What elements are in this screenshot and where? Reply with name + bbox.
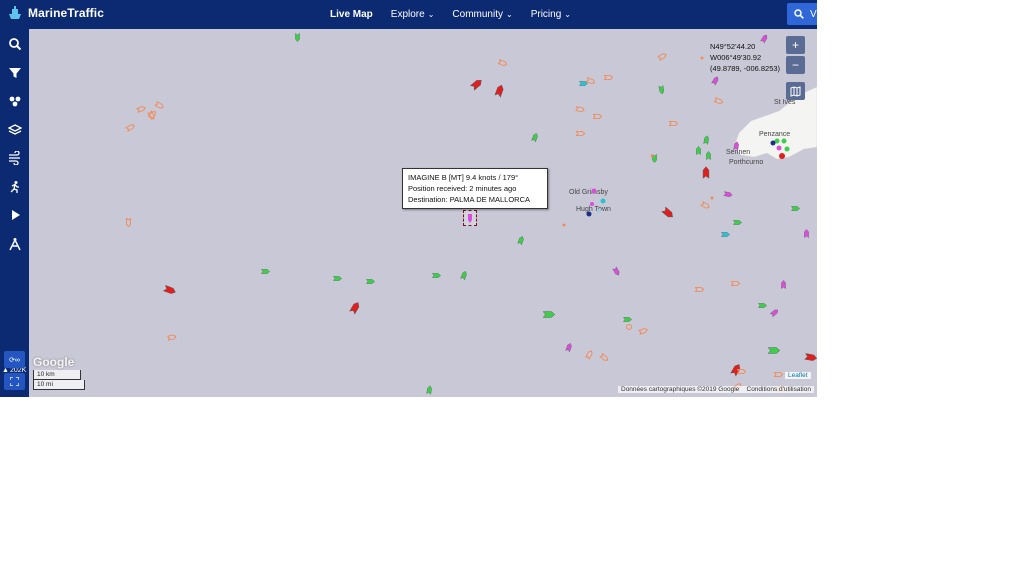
coord-decimal: (49.8789, -006.8253) [710, 64, 781, 73]
compass-measure-icon [8, 238, 21, 251]
tooltip-vessel-speed: IMAGINE B [MT] 9.4 knots / 179° [408, 173, 519, 182]
ship-logo-icon [9, 6, 21, 19]
main-nav: Live Map Explore ⌄ Community ⌄ Pricing ⌄ [330, 0, 571, 29]
tool-density[interactable] [0, 87, 29, 115]
leaflet-link[interactable]: Leaflet [785, 372, 811, 379]
vessel-limit-button[interactable]: ⟳∞ [4, 351, 25, 368]
filter-icon [8, 68, 21, 78]
tool-events[interactable] [0, 173, 29, 201]
infinity-icon: ⟳∞ [9, 356, 20, 364]
nav-explore-label: Explore [390, 9, 425, 20]
chevron-down-icon: ⌄ [564, 10, 571, 19]
selected-vessel-icon [468, 214, 472, 223]
attribution-text: Données cartographiques ©2019 Google [621, 386, 740, 393]
logo-text: MarineTraffic [28, 6, 104, 20]
terms-link[interactable]: Conditions d'utilisation [747, 386, 811, 393]
tool-weather[interactable] [0, 144, 29, 172]
tool-playback[interactable] [0, 201, 29, 229]
coord-lat: N49°52'44.20 [710, 42, 756, 51]
nav-pricing-label: Pricing [530, 9, 562, 20]
search-button[interactable]: V [787, 3, 817, 25]
tool-search[interactable] [0, 30, 29, 58]
layers-icon [7, 124, 22, 135]
vessel-tooltip: IMAGINE B [MT] 9.4 knots / 179° Position… [402, 168, 548, 209]
tooltip-position-received: Position received: 2 minutes ago [408, 184, 517, 193]
zoom-in-button[interactable]: + [786, 36, 805, 54]
marinetraffic-logo[interactable]: MarineTraffic [6, 4, 104, 22]
port-markers [562, 56, 790, 330]
nav-pricing[interactable]: Pricing ⌄ [531, 9, 571, 20]
marinetraffic-app: MarineTraffic Live Map Explore ⌄ Communit… [0, 0, 817, 397]
play-icon [11, 210, 20, 220]
zoom-out-button[interactable]: − [786, 56, 805, 74]
running-person-icon [10, 181, 19, 193]
map-scale: 10 km 10 mi [33, 370, 85, 390]
tool-layers[interactable] [0, 116, 29, 144]
nav-community[interactable]: Community ⌄ [452, 9, 512, 20]
nav-live-map-label: Live Map [330, 9, 373, 20]
nav-explore[interactable]: Explore ⌄ [391, 9, 435, 20]
chevron-down-icon: ⌄ [427, 10, 435, 19]
search-hint: V [810, 8, 817, 20]
nav-live-map[interactable]: Live Map [330, 9, 373, 20]
scale-mi: 10 mi [33, 380, 85, 390]
google-logo: Google [33, 355, 75, 369]
map-icon [790, 85, 801, 97]
selected-vessel-highlight[interactable] [463, 210, 477, 226]
top-navigation-bar: MarineTraffic Live Map Explore ⌄ Communit… [0, 0, 817, 29]
density-icon [9, 96, 20, 107]
tool-filters[interactable] [0, 59, 29, 87]
search-icon [8, 38, 21, 51]
search-icon [794, 9, 804, 19]
fullscreen-button[interactable] [4, 373, 25, 390]
fullscreen-icon [10, 377, 19, 386]
tool-measure[interactable] [0, 230, 29, 258]
map-tools-sidebar: ▲ 202K ⟳∞ [0, 29, 29, 397]
map-type-button[interactable] [786, 82, 805, 100]
nav-community-label: Community [452, 9, 503, 20]
live-map[interactable]: St Ives Penzance Sennen Porthcurno Old G… [29, 29, 817, 397]
coord-lon: W006°49'30.92 [710, 53, 762, 62]
wind-icon [8, 151, 20, 165]
scale-km: 10 km [33, 370, 81, 380]
cursor-coordinates: N49°52'44.20 W006°49'30.92 (49.8789, -00… [710, 41, 780, 74]
tooltip-destination: Destination: PALMA DE MALLORCA [408, 195, 530, 204]
chevron-down-icon: ⌄ [505, 10, 513, 19]
map-attribution: Données cartographiques ©2019 Google Con… [618, 386, 814, 393]
